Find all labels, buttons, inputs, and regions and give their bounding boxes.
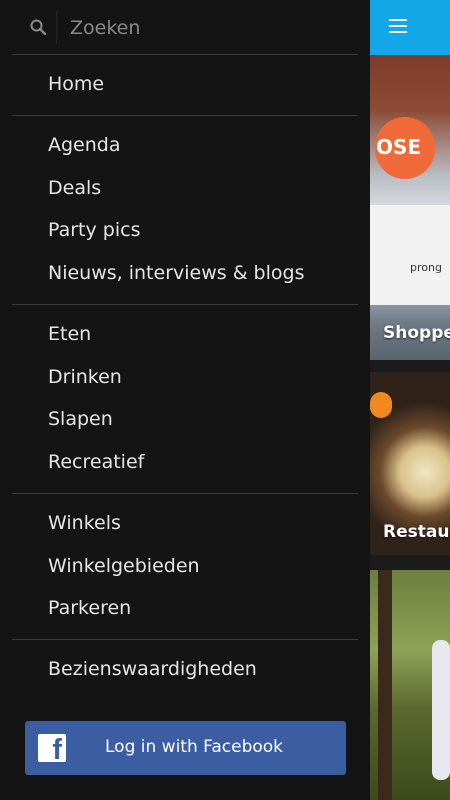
background-app: OSE prong Shoppen Restaurants xyxy=(370,0,450,800)
category-card-restaurants[interactable]: Restaurants xyxy=(370,372,450,555)
menu-item-agenda[interactable]: Agenda xyxy=(48,134,121,156)
menu-item-home[interactable]: Home xyxy=(48,73,104,95)
menu-item-bezienswaardigheden[interactable]: Bezienswaardigheden xyxy=(48,658,257,680)
category-card-shoppen[interactable]: OSE prong Shoppen xyxy=(370,55,450,360)
menu-item-party-pics[interactable]: Party pics xyxy=(48,219,140,241)
menu-item-deals[interactable]: Deals xyxy=(48,177,101,199)
divider xyxy=(12,54,358,55)
search-icon xyxy=(30,19,46,35)
app-top-bar xyxy=(370,0,450,55)
person-image xyxy=(432,640,450,780)
search-input[interactable] xyxy=(56,10,362,46)
navigation-drawer: Home Agenda Deals Party pics Nieuws, int… xyxy=(0,0,370,800)
menu-item-slapen[interactable]: Slapen xyxy=(48,408,113,430)
facebook-login-label: Log in with Facebook xyxy=(105,737,284,757)
divider xyxy=(12,115,358,116)
menu-item-eten[interactable]: Eten xyxy=(48,323,91,345)
panel-text: prong xyxy=(410,261,442,274)
hamburger-menu-icon[interactable] xyxy=(389,19,407,33)
menu-item-winkelgebieden[interactable]: Winkelgebieden xyxy=(48,555,200,577)
menu-item-recreatief[interactable]: Recreatief xyxy=(48,451,144,473)
divider xyxy=(12,639,358,640)
menu-item-drinken[interactable]: Drinken xyxy=(48,366,122,388)
card-caption: Shoppen xyxy=(383,323,450,343)
shop-panel-image xyxy=(370,205,450,305)
menu-item-winkels[interactable]: Winkels xyxy=(48,512,121,534)
card-caption: Restaurants xyxy=(383,522,450,542)
menu-item-parkeren[interactable]: Parkeren xyxy=(48,597,131,619)
facebook-icon: f xyxy=(38,734,66,765)
facebook-login-button[interactable]: f Log in with Facebook xyxy=(25,721,346,775)
divider xyxy=(12,304,358,305)
search-bar xyxy=(0,0,370,55)
menu-item-nieuws[interactable]: Nieuws, interviews & blogs xyxy=(48,262,304,284)
category-card-photo[interactable] xyxy=(370,570,450,800)
tree-image xyxy=(378,570,392,800)
sign-text: OSE xyxy=(376,135,422,159)
food-image xyxy=(370,392,392,418)
divider xyxy=(12,493,358,494)
